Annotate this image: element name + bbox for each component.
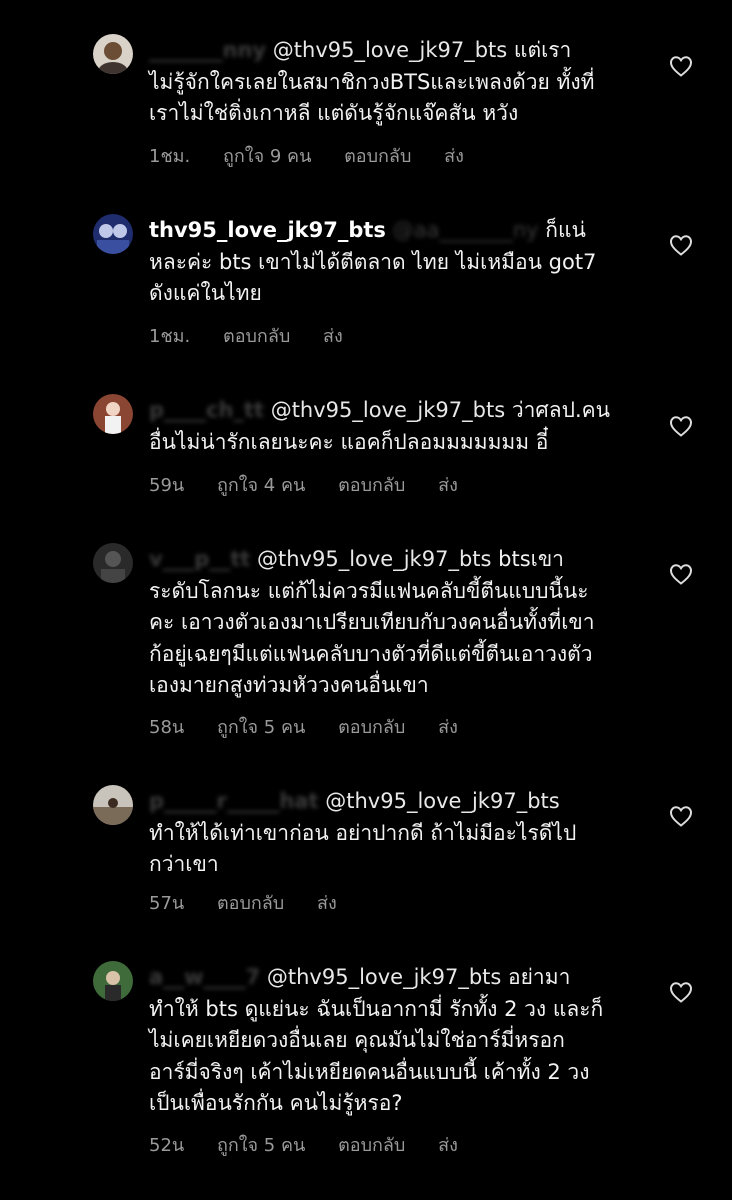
comment-username[interactable]: v___p__tt: [149, 547, 250, 571]
comment-mention[interactable]: @thv95_love_jk97_bts: [257, 547, 491, 571]
comment-username[interactable]: p____ch_tt: [149, 398, 264, 422]
reply-button[interactable]: ตอบกลับ: [344, 146, 411, 167]
avatar[interactable]: [93, 34, 133, 74]
send-button[interactable]: ส่ง: [438, 1135, 458, 1156]
send-button[interactable]: ส่ง: [323, 326, 343, 347]
comment-mention[interactable]: @thv95_love_jk97_bts: [325, 789, 559, 813]
comment-line: อาร์มี่จริงๆ เค้าไม่เหยียดคนอื่นแบบนี้ เ…: [149, 1059, 590, 1084]
avatar-image: [93, 214, 133, 254]
reply-button[interactable]: ตอบกลับ: [338, 717, 405, 738]
comment-username[interactable]: a__w____7: [149, 965, 260, 989]
comment-line: เป็นเพื่อนรักกัน คนไม่รู้หรอ?: [149, 1091, 403, 1115]
comment-line: ระดับโลกนะ แต่ก้ไม่ควรมีแฟนคลับขี้ตีนแบบ…: [149, 578, 589, 603]
reply-button[interactable]: ตอบกลับ: [223, 326, 290, 347]
comment-time: 57น: [149, 893, 185, 914]
heart-icon[interactable]: [669, 234, 693, 256]
comment-line: เองมายกสูงท่วมหัววงคนอื่นเขา: [149, 673, 429, 697]
comment-line: ทำให้ bts ดูแย่นะ ฉันเป็นอากามี่ รักทั้ง…: [149, 996, 604, 1021]
comment-text: v___p__tt @thv95_love_jk97_bts btsเขา ระ…: [149, 544, 649, 702]
avatar-image: [93, 394, 133, 434]
comment-line: ก้อยู่เฉยๆมีแต่แฟนคลับบางตัวที่ดีแต่ขี้ต…: [149, 641, 593, 666]
avatar[interactable]: [93, 394, 133, 434]
comment-line: กว่าเขา: [149, 852, 219, 876]
comment-line: หละค่ะ bts เขาไม่ได้ตีตลาด ไทย ไม่เหมือน…: [149, 249, 597, 274]
comment-time: 1ชม.: [149, 326, 191, 347]
comment-line: ดังแค่ในไทย: [149, 281, 262, 305]
send-button[interactable]: ส่ง: [438, 475, 458, 496]
avatar[interactable]: [93, 961, 133, 1001]
comment-mention[interactable]: @aa_______ny: [393, 218, 539, 242]
heart-icon[interactable]: [669, 981, 693, 1003]
send-button[interactable]: ส่ง: [438, 717, 458, 738]
comment-time: 59น: [149, 475, 185, 496]
comment-line: ไม่รู้จักใครเลยในสมาชิกวงBTSและเพลงด้วย …: [149, 69, 595, 94]
comment-meta: 1ชม. ตอบกลับ ส่ง: [149, 321, 370, 350]
reply-button[interactable]: ตอบกลับ: [217, 893, 284, 914]
comment-line: อย่ามา: [508, 965, 571, 989]
comment-line: ก็แน่: [545, 218, 586, 242]
send-button[interactable]: ส่ง: [444, 146, 464, 167]
heart-icon[interactable]: [669, 55, 693, 77]
comment-text: thv95_love_jk97_bts @aa_______ny ก็แน่ ห…: [149, 215, 649, 310]
comment-meta: 59น ถูกใจ 4 คน ตอบกลับ ส่ง: [149, 470, 485, 499]
avatar[interactable]: [93, 543, 133, 583]
comment-likes[interactable]: ถูกใจ 5 คน: [217, 1135, 305, 1156]
heart-icon[interactable]: [669, 415, 693, 437]
avatar[interactable]: [93, 785, 133, 825]
reply-button[interactable]: ตอบกลับ: [338, 475, 405, 496]
comment-line: ทำให้ได้เท่าเขาก่อน อย่าปากดี ถ้าไม่มีอะ…: [149, 820, 577, 845]
heart-icon[interactable]: [669, 563, 693, 585]
comment-likes[interactable]: ถูกใจ 4 คน: [217, 475, 305, 496]
comment-text: a__w____7 @thv95_love_jk97_bts อย่ามา ทำ…: [149, 962, 649, 1120]
comment-text: p_____r_____hat @thv95_love_jk97_bts ทำใ…: [149, 786, 649, 881]
comment-meta: 58น ถูกใจ 5 คน ตอบกลับ ส่ง: [149, 712, 485, 741]
comment-line: คะ เอาวงตัวเองมาเปรียบเทียบกับวงคนอื่นทั…: [149, 610, 595, 634]
comment-line: ไม่เคยเหยียดวงอื่นเลย คุณมันไม่ใช่อาร์มี…: [149, 1028, 565, 1052]
comment-username[interactable]: thv95_love_jk97_bts: [149, 218, 386, 242]
comment-line: เราไม่ใช่ติ่งเกาหลี แต่ดันรู้จักแจ๊คสัน …: [149, 101, 519, 125]
comment-username[interactable]: _______nny: [149, 38, 266, 62]
avatar-image: [93, 543, 133, 583]
comment-text: p____ch_tt @thv95_love_jk97_bts ว่าศลป.ค…: [149, 395, 649, 458]
comment-time: 1ชม.: [149, 146, 191, 167]
comment-meta: 52น ถูกใจ 5 คน ตอบกลับ ส่ง: [149, 1130, 485, 1159]
comment-line: ว่าศลป.คน: [511, 398, 611, 422]
comment-meta: 1ชม. ถูกใจ 9 คน ตอบกลับ ส่ง: [149, 141, 491, 170]
avatar-image: [93, 34, 133, 74]
comment-mention[interactable]: @thv95_love_jk97_bts: [267, 965, 501, 989]
comment-line: btsเขา: [498, 547, 564, 571]
comment-line: แต่เรา: [513, 38, 572, 62]
comment-time: 52น: [149, 1135, 185, 1156]
avatar[interactable]: [93, 214, 133, 254]
comment-line: อื่นไม่น่ารักเลยนะคะ แอคก็ปลอมมมมมมม อี๋: [149, 429, 549, 454]
reply-button[interactable]: ตอบกลับ: [338, 1135, 405, 1156]
comment-mention[interactable]: @thv95_love_jk97_bts: [271, 398, 505, 422]
comment-text: _______nny @thv95_love_jk97_bts แต่เรา ไ…: [149, 35, 649, 130]
send-button[interactable]: ส่ง: [317, 893, 337, 914]
comment-mention[interactable]: @thv95_love_jk97_bts: [273, 38, 507, 62]
comment-username[interactable]: p_____r_____hat: [149, 789, 319, 813]
comment-time: 58น: [149, 717, 185, 738]
comment-likes[interactable]: ถูกใจ 5 คน: [217, 717, 305, 738]
heart-icon[interactable]: [669, 805, 693, 827]
avatar-image: [93, 961, 133, 1001]
comment-likes[interactable]: ถูกใจ 9 คน: [223, 146, 311, 167]
comment-meta: 57น ตอบกลับ ส่ง: [149, 888, 364, 917]
avatar-image: [93, 785, 133, 825]
